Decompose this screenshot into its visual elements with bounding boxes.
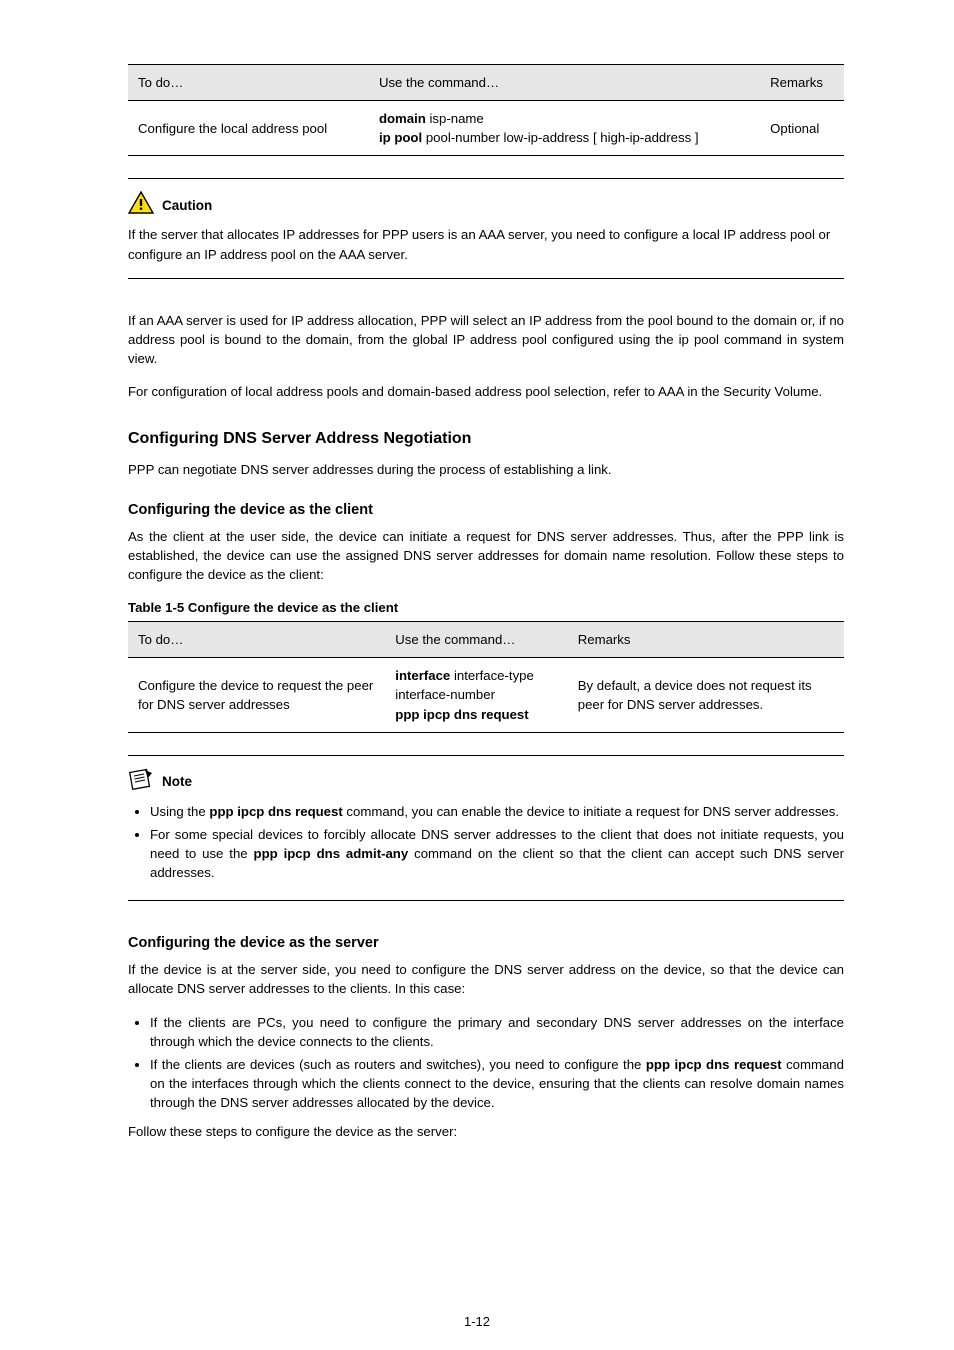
col-to-do: To do… (128, 65, 369, 101)
subsection-server: Configuring the device as the server (128, 933, 844, 954)
table-row: Configure the device to request the peer… (128, 658, 844, 732)
cell-remarks: By default, a device does not request it… (568, 658, 844, 732)
table5-caption: Table 1-5 Configure the device as the cl… (128, 598, 844, 617)
cell-command: domain isp-name ip pool pool-number low-… (369, 101, 760, 156)
server-bullets: If the clients are PCs, you need to conf… (128, 1013, 844, 1113)
table-row: Configure the local address pool domain … (128, 101, 844, 156)
cmd-line-1: domain isp-name (379, 109, 750, 128)
note-callout: Note Using the ppp ipcp dns request comm… (128, 755, 844, 902)
subsection-client-para: As the client at the user side, the devi… (128, 527, 844, 584)
col-remarks: Remarks (760, 65, 844, 101)
col-command: Use the command… (369, 65, 760, 101)
note-list: Using the ppp ipcp dns request command, … (128, 802, 844, 883)
table-header-row: To do… Use the command… Remarks (128, 65, 844, 101)
table-config-client: To do… Use the command… Remarks Configur… (128, 621, 844, 733)
cmd-line-1: interface interface-type interface-numbe… (395, 666, 557, 704)
warning-triangle-icon (128, 191, 154, 215)
section-heading: Configuring DNS Server Address Negotiati… (128, 427, 844, 450)
subsection-client: Configuring the device as the client (128, 500, 844, 521)
paragraph-aaa: If an AAA server is used for IP address … (128, 311, 844, 368)
cell-to-do: Configure the device to request the peer… (128, 658, 385, 732)
subsection-server-para: If the device is at the server side, you… (128, 960, 844, 998)
cell-to-do: Configure the local address pool (128, 101, 369, 156)
callout-heading: Caution (128, 191, 844, 215)
list-item: If the clients are PCs, you need to conf… (150, 1013, 844, 1051)
col-command: Use the command… (385, 622, 567, 658)
cmd-line-2: ppp ipcp dns request (395, 705, 557, 724)
caution-body: If the server that allocates IP addresse… (128, 225, 844, 263)
page: To do… Use the command… Remarks Configur… (0, 0, 954, 1350)
section-intro: PPP can negotiate DNS server addresses d… (128, 460, 844, 479)
table-config-local-pool: To do… Use the command… Remarks Configur… (128, 64, 844, 156)
list-item: For some special devices to forcibly all… (150, 825, 844, 882)
note-label: Note (162, 772, 192, 792)
list-item: Using the ppp ipcp dns request command, … (150, 802, 844, 821)
caution-callout: Caution If the server that allocates IP … (128, 178, 844, 278)
col-to-do: To do… (128, 622, 385, 658)
page-number: 1-12 (0, 1313, 954, 1332)
cell-remarks: Optional (760, 101, 844, 156)
cell-command: interface interface-type interface-numbe… (385, 658, 567, 732)
col-remarks: Remarks (568, 622, 844, 658)
list-item: If the clients are devices (such as rout… (150, 1055, 844, 1112)
table-header-row: To do… Use the command… Remarks (128, 622, 844, 658)
caution-label: Caution (162, 196, 212, 216)
paragraph-ref: For configuration of local address pools… (128, 382, 844, 401)
callout-heading: Note (128, 768, 844, 792)
note-notepad-icon (128, 768, 154, 792)
cmd-line-2: ip pool pool-number low-ip-address [ hig… (379, 128, 750, 147)
subsection-server-closing: Follow these steps to configure the devi… (128, 1122, 844, 1141)
